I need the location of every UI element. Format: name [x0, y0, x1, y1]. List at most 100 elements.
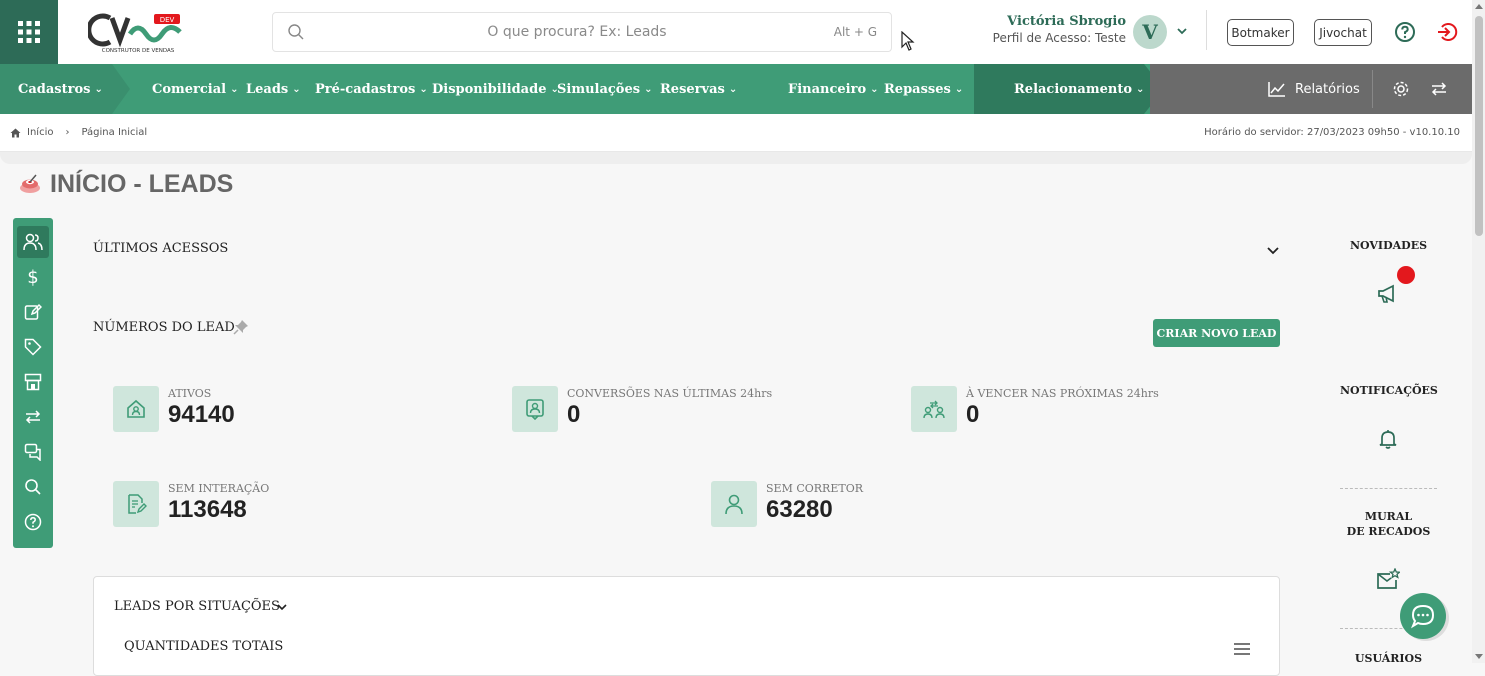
side-nav-chat[interactable] [17, 436, 49, 468]
leads-by-status-heading[interactable]: LEADS POR SITUAÇÕES [114, 599, 280, 614]
divider [1340, 488, 1437, 489]
side-nav-financeiro[interactable]: $ [17, 261, 49, 293]
tag-icon [24, 338, 42, 356]
chart-line-icon [1268, 82, 1285, 97]
nav-item-pre-cadastros[interactable]: Pré-cadastros ⌄ [315, 64, 428, 114]
side-nav: $ [13, 218, 53, 548]
scroll-down-arrow-icon[interactable] [1475, 654, 1483, 659]
side-nav-search[interactable] [17, 471, 49, 503]
dollar-icon: $ [27, 266, 39, 288]
server-time: Horário do servidor: 27/03/2023 09h50 - … [1204, 127, 1460, 138]
nav-item-reservas[interactable]: Reservas ⌄ [660, 64, 737, 114]
stat-conversoes[interactable]: CONVERSÕES NAS ÚLTIMAS 24hrs 0 [512, 386, 892, 432]
nav-item-comercial[interactable]: Comercial ⌄ [152, 64, 239, 114]
home-icon [10, 128, 21, 137]
cv-logo[interactable]: DEV CONSTRUTOR DE VENDAS [86, 10, 188, 54]
side-nav-edit[interactable] [17, 296, 49, 328]
nav-item-simulacoes[interactable]: Simulações ⌄ [557, 64, 652, 114]
side-nav-help[interactable] [17, 506, 49, 538]
grid-icon [18, 21, 40, 43]
stat-label: ATIVOS [168, 387, 212, 400]
stat-value: 63280 [766, 496, 833, 523]
page-title-row: INÍCIO - LEADS [18, 170, 233, 199]
jivochat-button[interactable]: Jivochat [1314, 19, 1372, 46]
stat-ativos[interactable]: ATIVOS 94140 [113, 386, 493, 432]
user-profile: Perfil de Acesso: Teste [992, 31, 1126, 45]
user-info[interactable]: Victória Sbrogio Perfil de Acesso: Teste [950, 14, 1126, 45]
chevron-down-icon: ⌄ [419, 83, 428, 95]
chevron-down-icon: ⌄ [292, 83, 301, 95]
nav-item-leads[interactable]: Leads ⌄ [246, 64, 301, 114]
breadcrumb-bar: Início › Página Inicial Horário do servi… [0, 114, 1472, 152]
chevron-down-icon[interactable] [276, 601, 288, 613]
mail-star-icon[interactable] [1376, 568, 1400, 590]
side-nav-leads[interactable] [17, 226, 49, 258]
bell-icon[interactable] [1376, 428, 1400, 450]
logout-icon[interactable] [1436, 21, 1458, 43]
stat-label: SEM INTERAÇÃO [168, 482, 270, 495]
chevron-down-icon: ⌄ [94, 83, 103, 95]
stat-icon-box [113, 481, 159, 527]
side-nav-buildings[interactable] [17, 366, 49, 398]
header-shadow [0, 152, 1472, 164]
building-icon [24, 373, 42, 391]
users-heading: USUÁRIOS [1354, 652, 1423, 665]
global-search[interactable]: Alt + G [272, 12, 892, 52]
page-title: INÍCIO - LEADS [50, 170, 234, 198]
side-nav-tags[interactable] [17, 331, 49, 363]
message-wall-heading-line2: DE RECADOS [1346, 525, 1431, 538]
side-nav-transfers[interactable] [17, 401, 49, 433]
scroll-up-arrow-icon[interactable] [1475, 4, 1483, 9]
pin-icon[interactable] [233, 319, 249, 335]
nav-item-disponibilidade[interactable]: Disponibilidade ⌄ [432, 64, 559, 114]
stat-value: 0 [567, 401, 581, 428]
nav-item-relatorios[interactable]: Relatórios [1268, 64, 1360, 114]
vertical-scrollbar[interactable] [1472, 0, 1485, 663]
message-wall-heading-line1: MURAL [1364, 510, 1413, 523]
help-icon[interactable] [1394, 21, 1416, 43]
nav-item-cadastros[interactable]: Cadastros ⌄ [18, 64, 103, 114]
stat-label: SEM CORRETOR [766, 482, 863, 495]
chevron-down-icon: ⌄ [728, 83, 738, 95]
stat-label: CONVERSÕES NAS ÚLTIMAS 24hrs [567, 387, 773, 400]
leads-target-icon [20, 174, 40, 193]
help-icon [24, 513, 42, 531]
apps-grid-button[interactable] [0, 0, 58, 64]
gear-icon[interactable] [1392, 80, 1410, 98]
nav-item-repasses[interactable]: Repasses ⌄ [884, 64, 963, 114]
main-navbar: Cadastros ⌄ Comercial ⌄ Leads ⌄ Pré-cadastr… [0, 64, 1472, 114]
nav-item-financeiro[interactable]: Financeiro ⌄ [788, 64, 879, 114]
lead-numbers-heading: NÚMEROS DO LEAD [93, 320, 235, 335]
users-icon [23, 233, 43, 251]
search-shortcut-hint: Alt + G [833, 25, 877, 39]
header-divider [1206, 10, 1207, 50]
chat-fab-button[interactable] [1400, 593, 1446, 639]
search-input[interactable] [317, 13, 837, 51]
stat-label: À VENCER NAS PRÓXIMAS 24hrs [966, 387, 1159, 400]
megaphone-icon[interactable] [1376, 282, 1400, 304]
user-badge-icon [526, 399, 544, 420]
search-icon [288, 24, 304, 40]
botmaker-button[interactable]: Botmaker [1227, 19, 1294, 46]
stat-a-vencer[interactable]: À VENCER NAS PRÓXIMAS 24hrs 0 [911, 386, 1271, 432]
leads-by-status-card: LEADS POR SITUAÇÕES QUANTIDADES TOTAIS [93, 576, 1280, 676]
chevron-down-icon[interactable] [1266, 243, 1280, 257]
scrollbar-thumb[interactable] [1475, 16, 1483, 236]
breadcrumb-current: Página Inicial [81, 127, 148, 138]
create-lead-button[interactable]: CRIAR NOVO LEAD [1153, 319, 1280, 347]
chevron-down-icon[interactable] [1176, 25, 1188, 37]
nav-item-relacionamento[interactable]: Relacionamento ⌄ [1014, 64, 1144, 114]
swap-arrows-icon[interactable] [1430, 81, 1448, 97]
stat-icon-box [911, 386, 957, 432]
news-alert-badge [1397, 266, 1415, 284]
chat-bubble-icon [1410, 604, 1435, 629]
stat-sem-interacao[interactable]: SEM INTERAÇÃO 113648 [113, 481, 493, 527]
avatar[interactable]: V [1133, 15, 1167, 49]
breadcrumb: Início › Página Inicial [10, 127, 147, 138]
last-access-heading[interactable]: ÚLTIMOS ACESSOS [93, 241, 228, 256]
notifications-heading: NOTIFICAÇÕES [1340, 384, 1438, 397]
edit-icon [24, 303, 42, 320]
breadcrumb-home[interactable]: Início [27, 127, 53, 138]
menu-icon[interactable] [1234, 643, 1250, 655]
stat-sem-corretor[interactable]: SEM CORRETOR 63280 [711, 481, 1091, 527]
